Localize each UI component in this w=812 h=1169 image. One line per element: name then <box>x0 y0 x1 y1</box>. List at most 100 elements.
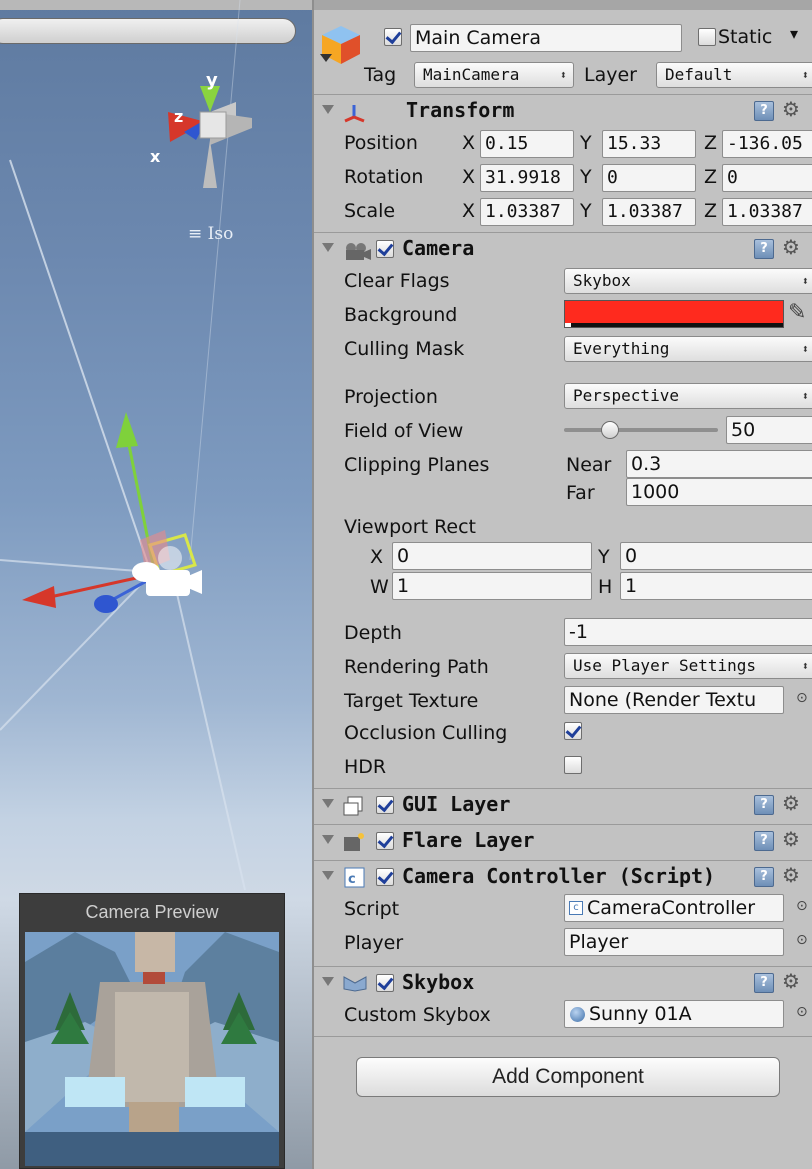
object-picker-icon[interactable]: ⊙ <box>796 690 808 706</box>
object-name-field[interactable]: Main Camera <box>410 24 682 52</box>
camera-enabled-checkbox[interactable] <box>376 240 394 258</box>
scale-y-field[interactable]: 1.03387 <box>602 198 696 226</box>
gear-icon[interactable]: ⚙ <box>782 969 800 993</box>
foldout-arrow-icon[interactable] <box>322 799 334 808</box>
position-z-field[interactable]: -136.05 <box>722 130 812 158</box>
orientation-gizmo[interactable]: y z x <box>150 70 252 188</box>
rotation-z-field[interactable]: 0 <box>722 164 812 192</box>
culling-mask-value: Everything <box>573 339 670 358</box>
hdr-checkbox[interactable] <box>564 756 582 774</box>
flare-layer-icon <box>344 833 364 851</box>
scene-view[interactable]: y z x ≡ Iso Camera Preview <box>0 0 312 1169</box>
skybox-header[interactable]: Skybox ? ⚙ <box>314 966 812 1000</box>
foldout-arrow-icon[interactable] <box>322 835 334 844</box>
camera-controller-enabled-checkbox[interactable] <box>376 868 394 886</box>
custom-skybox-value: Sunny 01A <box>589 1003 692 1025</box>
z-label: Z <box>704 200 718 222</box>
foldout-arrow-icon[interactable] <box>322 871 334 880</box>
rotation-label: Rotation <box>344 166 424 188</box>
projection-mode-label[interactable]: ≡ Iso <box>188 224 233 244</box>
script-field[interactable]: c CameraController <box>564 894 784 922</box>
active-checkbox[interactable] <box>384 28 402 46</box>
tag-label: Tag <box>364 64 397 86</box>
foldout-arrow-icon[interactable] <box>322 243 334 252</box>
near-label: Near <box>566 454 612 476</box>
viewport-x-field[interactable]: 0 <box>392 542 592 570</box>
gear-icon[interactable]: ⚙ <box>782 827 800 851</box>
depth-field[interactable]: -1 <box>564 618 812 646</box>
gear-icon[interactable]: ⚙ <box>782 791 800 815</box>
gui-layer-header[interactable]: GUI Layer ? ⚙ <box>314 788 812 822</box>
static-dropdown-icon[interactable]: ▾ <box>790 24 798 43</box>
object-picker-icon[interactable]: ⊙ <box>796 898 808 914</box>
clear-flags-dropdown[interactable]: Skybox ⬍ <box>564 268 812 294</box>
far-clip-field[interactable]: 1000 <box>626 478 812 506</box>
help-icon[interactable]: ? <box>754 831 774 851</box>
background-color-swatch[interactable] <box>564 300 784 328</box>
help-icon[interactable]: ? <box>754 795 774 815</box>
help-icon[interactable]: ? <box>754 867 774 887</box>
rendering-path-value: Use Player Settings <box>573 656 757 675</box>
transform-header[interactable]: Transform ? ⚙ <box>314 94 812 128</box>
gear-icon[interactable]: ⚙ <box>782 97 800 121</box>
divider <box>314 1036 812 1037</box>
scale-z-field[interactable]: 1.03387 <box>722 198 812 226</box>
tag-dropdown[interactable]: MainCamera ⬍ <box>414 62 574 88</box>
occlusion-culling-checkbox[interactable] <box>564 722 582 740</box>
svg-text:c: c <box>348 872 356 887</box>
viewport-w-field[interactable]: 1 <box>392 572 592 600</box>
camera-header[interactable]: Camera ? ⚙ <box>314 232 812 266</box>
foldout-arrow-icon[interactable] <box>322 977 334 986</box>
gear-icon[interactable]: ⚙ <box>782 863 800 887</box>
gui-layer-enabled-checkbox[interactable] <box>376 796 394 814</box>
camera-preview-image <box>25 932 279 1166</box>
x-label: X <box>462 200 476 222</box>
foldout-arrow-icon[interactable] <box>322 105 334 114</box>
player-field[interactable]: Player <box>564 928 784 956</box>
custom-skybox-field[interactable]: Sunny 01A <box>564 1000 784 1028</box>
skybox-title: Skybox <box>402 970 475 994</box>
rotation-x-field[interactable]: 31.9918 <box>480 164 574 192</box>
camera-controller-header[interactable]: c Camera Controller (Script) ? ⚙ <box>314 860 812 894</box>
move-gizmo[interactable] <box>22 412 202 613</box>
gui-layer-icon <box>343 796 363 816</box>
projection-label: Projection <box>344 386 438 408</box>
transform-title: Transform <box>406 98 515 122</box>
object-picker-icon[interactable]: ⊙ <box>796 1004 808 1020</box>
gear-icon[interactable]: ⚙ <box>782 235 800 259</box>
transform-axes-icon <box>344 105 365 123</box>
position-y-field[interactable]: 15.33 <box>602 130 696 158</box>
rendering-path-dropdown[interactable]: Use Player Settings ⬍ <box>564 653 812 679</box>
x-label: X <box>462 132 476 154</box>
object-picker-icon[interactable]: ⊙ <box>796 932 808 948</box>
help-icon[interactable]: ? <box>754 239 774 259</box>
inspector-tab-strip <box>314 0 812 10</box>
svg-text:x: x <box>150 147 161 166</box>
camera-controller-title: Camera Controller (Script) <box>402 864 716 888</box>
camera-component-icon <box>346 243 371 260</box>
help-icon[interactable]: ? <box>754 973 774 993</box>
projection-dropdown[interactable]: Perspective ⬍ <box>564 383 812 409</box>
frustum-line <box>0 559 151 573</box>
eyedropper-icon[interactable]: ✎ <box>788 300 806 325</box>
target-texture-field[interactable]: None (Render Textu <box>564 686 784 714</box>
rotation-y-field[interactable]: 0 <box>602 164 696 192</box>
position-x-field[interactable]: 0.15 <box>480 130 574 158</box>
flare-layer-header[interactable]: Flare Layer ? ⚙ <box>314 824 812 858</box>
viewport-y-field[interactable]: 0 <box>620 542 812 570</box>
add-component-button[interactable]: Add Component <box>356 1057 780 1097</box>
field-of-view-slider[interactable] <box>564 421 718 439</box>
frustum-line <box>174 584 246 891</box>
rendering-path-label: Rendering Path <box>344 656 489 678</box>
static-checkbox[interactable] <box>698 28 716 46</box>
culling-mask-dropdown[interactable]: Everything ⬍ <box>564 336 812 362</box>
scale-x-field[interactable]: 1.03387 <box>480 198 574 226</box>
slider-thumb[interactable] <box>600 421 619 439</box>
flare-layer-enabled-checkbox[interactable] <box>376 832 394 850</box>
field-of-view-field[interactable]: 50 <box>726 416 812 444</box>
near-clip-field[interactable]: 0.3 <box>626 450 812 478</box>
help-icon[interactable]: ? <box>754 101 774 121</box>
layer-dropdown[interactable]: Default ⬍ <box>656 62 812 88</box>
skybox-enabled-checkbox[interactable] <box>376 974 394 992</box>
viewport-h-field[interactable]: 1 <box>620 572 812 600</box>
